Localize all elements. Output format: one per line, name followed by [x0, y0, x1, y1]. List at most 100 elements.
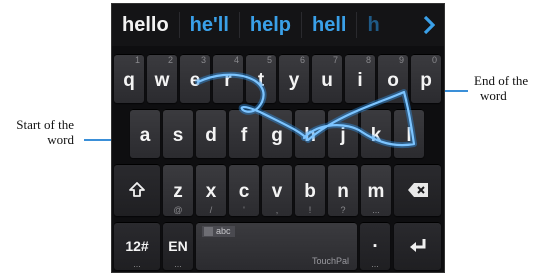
key-i[interactable]: 8i [345, 54, 375, 103]
shift-icon [129, 182, 145, 197]
key-u[interactable]: 7u [312, 54, 342, 103]
key-f[interactable]: f [229, 109, 259, 158]
key-j[interactable]: j [328, 109, 358, 158]
key-label: u [321, 69, 333, 91]
enter-icon [409, 239, 425, 252]
key-label: i [357, 69, 363, 91]
callout-end-label: End of the word [474, 73, 528, 103]
key-label: a [139, 124, 151, 146]
key-label: . [372, 231, 378, 252]
key-n[interactable]: n? [328, 164, 358, 216]
key-c[interactable]: c ' [229, 164, 259, 216]
key-p[interactable]: 0p [411, 54, 441, 103]
key-label: w [154, 69, 170, 91]
key-label: c [238, 181, 250, 202]
key-label: h [304, 124, 316, 146]
key-sub: / [209, 205, 213, 215]
suggestion-3[interactable]: hell [302, 4, 356, 46]
key-sub: ... [133, 259, 141, 269]
key-hint: 7 [332, 55, 338, 65]
key-label: x [205, 181, 217, 202]
key-m[interactable]: m... [361, 164, 391, 216]
key-hint: 0 [431, 55, 437, 65]
key-label: v [271, 181, 283, 202]
abc-badge: abc [202, 226, 235, 237]
key-a[interactable]: a [130, 109, 160, 158]
key-y[interactable]: 6y [279, 54, 309, 103]
suggestion-4[interactable]: h [357, 4, 383, 46]
key-g[interactable]: g [262, 109, 292, 158]
key-d[interactable]: d [196, 109, 226, 158]
callout-end-line1: End of the [474, 73, 529, 88]
key-label: 12# [125, 238, 149, 254]
suggestion-bar: hello he'll help hell h [112, 4, 444, 46]
key-label: y [288, 69, 300, 91]
suggestion-1[interactable]: he'll [180, 4, 239, 46]
key-sub: ... [372, 205, 380, 215]
key-label: f [240, 124, 248, 146]
key-label: o [387, 69, 399, 91]
backspace-key[interactable] [394, 164, 441, 216]
key-v[interactable]: v, [262, 164, 292, 216]
key-label: l [406, 124, 412, 146]
key-label: d [205, 124, 217, 146]
key-hint: 2 [167, 55, 173, 65]
key-sub: ... [371, 259, 379, 269]
key-label: t [257, 69, 265, 91]
key-label: n [337, 181, 349, 202]
key-label: EN [168, 238, 188, 254]
key-label: k [370, 124, 382, 146]
key-sub: ... [174, 259, 182, 269]
key-w[interactable]: 2w [147, 54, 177, 103]
key-sub: ? [340, 205, 346, 215]
space-key[interactable]: abc TouchPal [196, 222, 357, 270]
callout-start-label: Start of the word [8, 117, 74, 147]
key-hint: 8 [365, 55, 371, 65]
key-k[interactable]: k [361, 109, 391, 158]
key-label: j [340, 124, 346, 146]
key-label: g [271, 124, 283, 146]
key-hint: 3 [200, 55, 206, 65]
key-label: b [304, 181, 316, 202]
enter-key[interactable] [394, 222, 441, 270]
key-t[interactable]: 5t [246, 54, 276, 103]
touchpal-keyboard: hello he'll help hell h 1q 2w 3e 4r 5t 6… [111, 3, 445, 273]
touchpal-brand: TouchPal [311, 256, 349, 266]
key-z[interactable]: z @ [163, 164, 193, 216]
key-sub: ! [308, 205, 312, 215]
key-hint: 4 [233, 55, 239, 65]
period-key[interactable]: .... [360, 222, 390, 270]
more-suggestions-chevron-icon[interactable] [418, 12, 440, 38]
key-b[interactable]: b! [295, 164, 325, 216]
key-sub: ' [243, 205, 245, 215]
suggestion-primary[interactable]: hello [112, 4, 179, 46]
key-hint: 9 [398, 55, 404, 65]
shift-key[interactable] [114, 164, 160, 216]
key-label: e [189, 69, 201, 91]
key-hint: 5 [266, 55, 272, 65]
key-label: p [420, 69, 432, 91]
key-e[interactable]: 3e [180, 54, 210, 103]
key-h[interactable]: h [295, 109, 325, 158]
key-l[interactable]: l [394, 109, 424, 158]
key-label: q [123, 69, 135, 91]
suggestion-2[interactable]: help [240, 4, 301, 46]
key-q[interactable]: 1q [114, 54, 144, 103]
numbers-key[interactable]: 12#... [114, 222, 160, 270]
key-label: r [224, 69, 232, 91]
callout-start-line2: word [47, 132, 74, 147]
backspace-icon [407, 183, 428, 197]
key-hint: 6 [299, 55, 305, 65]
key-r[interactable]: 4r [213, 54, 243, 103]
key-o[interactable]: 9o [378, 54, 408, 103]
callout-start-line1: Start of the [16, 117, 74, 132]
language-key[interactable]: EN... [163, 222, 193, 270]
key-s[interactable]: s [163, 109, 193, 158]
key-label: m [367, 181, 385, 202]
key-label: s [172, 124, 184, 146]
key-sub: @ [173, 205, 183, 215]
key-hint: 1 [134, 55, 140, 65]
key-x[interactable]: x / [196, 164, 226, 216]
key-sub: , [275, 205, 279, 215]
key-label: z [173, 181, 183, 202]
